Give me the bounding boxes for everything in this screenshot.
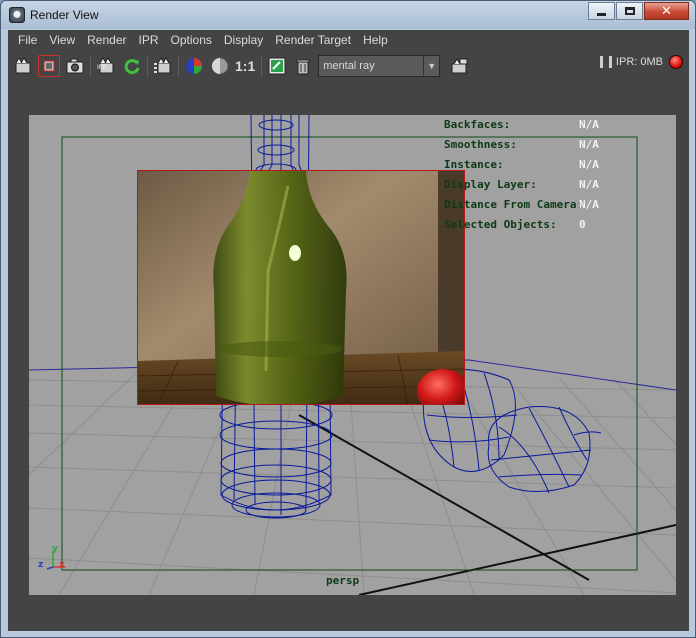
alpha-channel-button[interactable] <box>209 55 231 77</box>
maximize-icon <box>624 7 635 15</box>
camera-name-label: persp <box>326 574 360 587</box>
remove-image-button[interactable] <box>292 55 314 77</box>
menu-ipr[interactable]: IPR <box>133 30 165 51</box>
menu-view[interactable]: View <box>43 30 81 51</box>
color-channels-icon <box>186 58 202 74</box>
title-bar[interactable]: Render View ✕ <box>1 1 695 29</box>
ipr-render-button[interactable]: IPR <box>95 55 117 77</box>
maximize-button[interactable] <box>616 2 643 20</box>
axis-z-label: z <box>38 560 44 570</box>
maya-app-icon <box>9 7 25 23</box>
hud-value: N/A <box>579 138 599 151</box>
hud-label: Display Layer: <box>444 178 537 191</box>
hud-label: Instance: <box>444 158 504 171</box>
hud-label: Selected Objects: <box>444 218 557 231</box>
hud-label: Smoothness: <box>444 138 517 151</box>
render-frame-icon <box>15 57 31 74</box>
toolbar-separator <box>178 55 179 77</box>
render-viewport[interactable]: Backfaces: N/A Smoothness: N/A Instance:… <box>29 115 676 595</box>
real-size-button[interactable]: 1:1 <box>235 58 255 74</box>
minimize-button[interactable] <box>588 2 615 20</box>
hud-row: Instance: N/A <box>444 155 676 175</box>
render-view-panel: File View Render IPR Options Display Ren… <box>8 30 689 631</box>
menu-render[interactable]: Render <box>81 30 132 51</box>
hud-value: N/A <box>579 198 599 211</box>
render-region-button[interactable] <box>38 55 60 77</box>
heads-up-display: Backfaces: N/A Smoothness: N/A Instance:… <box>444 115 676 235</box>
renderer-dropdown[interactable]: mental ray ▼ <box>318 55 441 77</box>
hud-row: Smoothness: N/A <box>444 135 676 155</box>
horizon-line-right <box>468 359 676 391</box>
snapshot-icon <box>66 58 84 74</box>
toolbar-separator <box>90 55 91 77</box>
axis-x-label: x <box>59 560 65 570</box>
snapshot-button[interactable] <box>64 55 86 77</box>
window-title: Render View <box>30 8 99 22</box>
close-button[interactable]: ✕ <box>644 2 689 20</box>
rendered-region[interactable] <box>137 170 465 405</box>
menu-render-target[interactable]: Render Target <box>269 30 357 51</box>
color-channels-button[interactable] <box>183 55 205 77</box>
refresh-ipr-button[interactable] <box>121 55 143 77</box>
hud-label: Distance From Camera: <box>444 198 584 211</box>
render-view-window: Render View ✕ File View Render IPR Optio… <box>0 0 696 638</box>
hud-label: Backfaces: <box>444 118 511 131</box>
render-frame-button[interactable] <box>12 55 34 77</box>
hud-row: Backfaces: N/A <box>444 115 676 135</box>
menu-options[interactable]: Options <box>165 30 218 51</box>
pause-icon[interactable] <box>599 56 612 68</box>
refresh-ipr-icon <box>124 59 140 75</box>
render-sequence-button[interactable] <box>152 55 174 77</box>
menu-help[interactable]: Help <box>357 30 394 51</box>
hud-row: Selected Objects: 0 <box>444 215 676 235</box>
hud-value: N/A <box>579 178 599 191</box>
hud-value: N/A <box>579 118 599 131</box>
minimize-icon <box>597 12 606 16</box>
hud-row: Distance From Camera: N/A <box>444 195 676 215</box>
stop-ipr-icon[interactable] <box>669 55 683 69</box>
hud-value: N/A <box>579 158 599 171</box>
keep-image-icon <box>268 57 286 75</box>
alpha-channel-icon <box>211 57 229 75</box>
render-region-icon <box>43 60 55 72</box>
ipr-memory-label: IPR: 0MB <box>615 56 663 68</box>
render-sequence-icon <box>154 57 171 74</box>
toolbar-separator <box>261 55 263 77</box>
chevron-down-icon: ▼ <box>423 56 439 76</box>
renderer-value: mental ray <box>323 60 375 72</box>
rendered-image <box>138 171 464 404</box>
ipr-status: IPR: 0MB <box>599 55 683 69</box>
axis-y-label: y <box>52 544 58 554</box>
close-icon: ✕ <box>661 3 672 18</box>
hud-row: Display Layer: N/A <box>444 175 676 195</box>
toolbar: IPR 1:1 mental ray ▼ IPR: 0MB <box>8 51 689 81</box>
menu-bar: File View Render IPR Options Display Ren… <box>8 30 689 51</box>
toolbar-separator <box>147 55 148 77</box>
keep-image-button[interactable] <box>266 55 288 77</box>
window-controls: ✕ <box>587 2 689 20</box>
remove-image-icon <box>296 59 310 75</box>
ipr-render-icon: IPR <box>97 57 114 74</box>
menu-display[interactable]: Display <box>218 30 269 51</box>
svg-text:IPR: IPR <box>97 64 107 71</box>
render-settings-button[interactable] <box>448 55 470 77</box>
render-settings-icon <box>451 58 468 74</box>
menu-file[interactable]: File <box>12 30 43 51</box>
hud-value: 0 <box>579 218 586 231</box>
